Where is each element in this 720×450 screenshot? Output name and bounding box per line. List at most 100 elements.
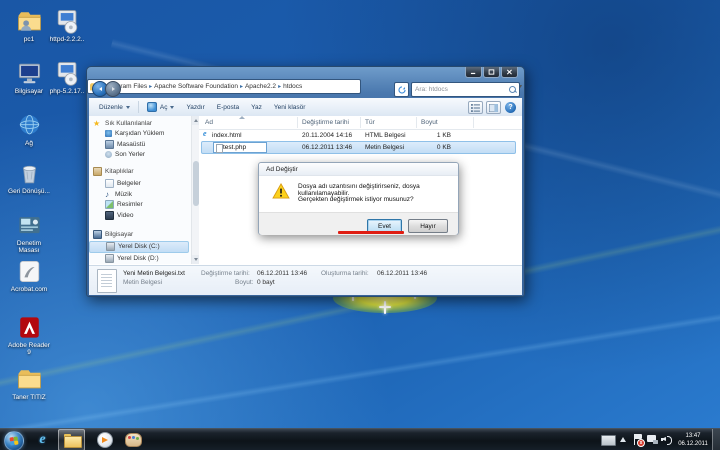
network-plug bbox=[653, 440, 658, 444]
desktop-icon-label: Adobe Reader 9 bbox=[6, 342, 52, 356]
nav-item-label: Video bbox=[117, 212, 134, 219]
rename-edit-box[interactable] bbox=[213, 142, 267, 153]
nav-group-libraries[interactable]: Kitaplıklar bbox=[93, 167, 199, 176]
nav-item-music[interactable]: ♪Müzik bbox=[89, 190, 199, 199]
toolbar-label: Aç bbox=[160, 104, 168, 111]
tray-action-center-icon[interactable]: x bbox=[633, 434, 643, 446]
toolbar-eposta[interactable]: E-posta bbox=[211, 100, 245, 114]
desktop-icon-taner-folder[interactable]: Taner TITIZ bbox=[6, 366, 52, 401]
breadcrumb-segment[interactable]: Apache2.2 bbox=[245, 83, 276, 90]
tray-keyboard-icon[interactable] bbox=[601, 435, 616, 446]
column-header-type[interactable]: Tür bbox=[365, 119, 375, 126]
tray-network-icon[interactable] bbox=[647, 435, 658, 444]
nav-item-label: Son Yerler bbox=[115, 151, 145, 158]
nav-item-downloads[interactable]: Karşıdan Yüklem bbox=[89, 129, 199, 138]
back-arrow-icon bbox=[99, 87, 102, 91]
breadcrumb-segment[interactable]: htdocs bbox=[283, 83, 302, 90]
change-view-button[interactable] bbox=[468, 101, 483, 114]
desktop-icon-label: Geri Dönüşü... bbox=[6, 188, 52, 195]
column-header-date[interactable]: Değiştirme tarihi bbox=[302, 119, 349, 126]
maximize-button[interactable] bbox=[483, 67, 500, 78]
tray-volume-icon[interactable] bbox=[661, 435, 671, 444]
details-pane: Yeni Metin Belgesi.txt Metin Belgesi Değ… bbox=[89, 265, 522, 295]
nav-item-label: Resimler bbox=[117, 201, 143, 208]
column-separator[interactable] bbox=[360, 117, 361, 128]
column-headers: Ad Değiştirme tarihi Tür Boyut bbox=[199, 116, 522, 130]
start-button[interactable] bbox=[4, 431, 24, 450]
rename-input[interactable] bbox=[223, 143, 263, 151]
column-separator[interactable] bbox=[297, 117, 298, 128]
file-row-index-html[interactable]: e index.html 20.11.2004 14:16 HTML Belge… bbox=[201, 130, 516, 140]
preview-pane-button[interactable] bbox=[486, 101, 501, 114]
minimize-button[interactable] bbox=[465, 67, 482, 78]
nav-item-disk-d[interactable]: Yerel Disk (D:) bbox=[89, 253, 199, 264]
desktop-icon-label: Denetim Masası bbox=[6, 240, 52, 254]
taskbar-paint[interactable] bbox=[120, 429, 147, 450]
nav-item-disk-c[interactable]: Yerel Disk (C:) bbox=[89, 241, 189, 253]
open-app-icon bbox=[147, 102, 157, 112]
column-header-size[interactable]: Boyut bbox=[421, 119, 438, 126]
file-row-test-php[interactable]: 06.12.2011 13:46 Metin Belgesi 0 KB bbox=[201, 141, 516, 154]
details-size-value: 0 bayt bbox=[257, 279, 275, 286]
rename-dialog: Ad Değiştir Dosya adı uzantısını değişti… bbox=[258, 162, 459, 235]
close-button[interactable] bbox=[501, 67, 518, 78]
desktop-icon-adobe-reader[interactable]: Adobe Reader 9 bbox=[6, 314, 52, 356]
desktop-icon-denetim-masasi[interactable]: Denetim Masası bbox=[6, 212, 52, 254]
show-desktop-button[interactable] bbox=[712, 429, 720, 450]
breadcrumb-separator-icon: ▸ bbox=[149, 83, 152, 90]
yes-button-label: Evet bbox=[378, 223, 391, 230]
nav-group-computer[interactable]: Bilgisayar bbox=[93, 230, 199, 239]
no-button[interactable]: Hayır bbox=[408, 219, 448, 233]
taskbar-internet-explorer[interactable]: e bbox=[29, 429, 56, 450]
toolbar-yazdir[interactable]: Yazdır bbox=[180, 100, 210, 114]
clock-time: 13:47 bbox=[674, 432, 712, 440]
details-file-name: Yeni Metin Belgesi.txt bbox=[123, 270, 185, 277]
nav-item-desktop[interactable]: Masaüstü bbox=[89, 138, 199, 149]
taskbar-clock[interactable]: 13:47 06.12.2011 bbox=[674, 432, 712, 448]
desktop-icon-ag[interactable]: Ağ bbox=[6, 112, 52, 147]
forward-button[interactable] bbox=[105, 81, 121, 97]
disk-icon bbox=[105, 254, 114, 263]
refresh-button[interactable] bbox=[394, 82, 409, 97]
taskbar-windows-explorer[interactable] bbox=[58, 429, 85, 450]
tray-show-hidden-icon[interactable] bbox=[620, 437, 626, 442]
internet-explorer-icon: e bbox=[39, 433, 45, 447]
taskbar-media-player[interactable] bbox=[91, 429, 118, 450]
dialog-title-bar[interactable]: Ad Değiştir bbox=[259, 163, 458, 176]
computer-icon bbox=[16, 60, 43, 87]
toolbar-yeni-klasor[interactable]: Yeni klasör bbox=[268, 100, 312, 114]
clock-date: 06.12.2011 bbox=[674, 440, 712, 448]
desktop-icon-acrobat-com[interactable]: Acrobat.com bbox=[6, 258, 52, 293]
toolbar-right-group: ? bbox=[465, 101, 516, 114]
column-separator[interactable] bbox=[416, 117, 417, 128]
network-globe-icon bbox=[16, 112, 43, 139]
nav-item-pictures[interactable]: Resimler bbox=[89, 199, 199, 210]
help-button[interactable]: ? bbox=[505, 102, 516, 113]
libraries-icon bbox=[93, 167, 102, 176]
nav-item-label: Yerel Disk (C:) bbox=[118, 243, 160, 250]
toolbar-ac[interactable]: Aç bbox=[141, 100, 181, 114]
nav-item-label: Yerel Disk (D:) bbox=[117, 255, 159, 262]
column-header-name[interactable]: Ad bbox=[205, 119, 213, 126]
toolbar-duzenle[interactable]: Düzenle bbox=[93, 100, 136, 114]
file-size: 1 KB bbox=[411, 132, 451, 139]
dialog-message-line2: Gerçekten değiştirmek istiyor musunuz? bbox=[298, 196, 414, 203]
nav-item-video[interactable]: Video bbox=[89, 210, 199, 221]
navigation-pane: ★Sık Kullanılanlar Karşıdan Yüklem Masaü… bbox=[89, 116, 199, 264]
command-bar: Düzenle Aç Yazdır E-posta Yaz Yeni klasö… bbox=[89, 98, 522, 117]
acrobat-com-icon bbox=[16, 258, 43, 285]
nav-item-label: Karşıdan Yüklem bbox=[115, 130, 164, 137]
search-input[interactable] bbox=[415, 84, 503, 94]
refresh-icon bbox=[398, 86, 406, 94]
desktop-icon-recycle-bin[interactable]: Geri Dönüşü... bbox=[6, 160, 52, 195]
desktop-icon bbox=[105, 140, 114, 149]
desktop-icon-php-installer[interactable]: php-5.2.17.. bbox=[44, 60, 90, 95]
toolbar-yaz[interactable]: Yaz bbox=[245, 100, 268, 114]
nav-item-documents[interactable]: Belgeler bbox=[89, 178, 199, 189]
desktop-icon-httpd-installer[interactable]: httpd-2.2.2.. bbox=[44, 8, 90, 43]
nav-item-recent[interactable]: Son Yerler bbox=[89, 150, 199, 159]
column-separator[interactable] bbox=[473, 117, 474, 128]
nav-group-favorites[interactable]: ★Sık Kullanılanlar bbox=[93, 120, 199, 127]
sort-ascending-icon bbox=[239, 116, 245, 119]
breadcrumb-segment[interactable]: Apache Software Foundation bbox=[154, 83, 238, 90]
